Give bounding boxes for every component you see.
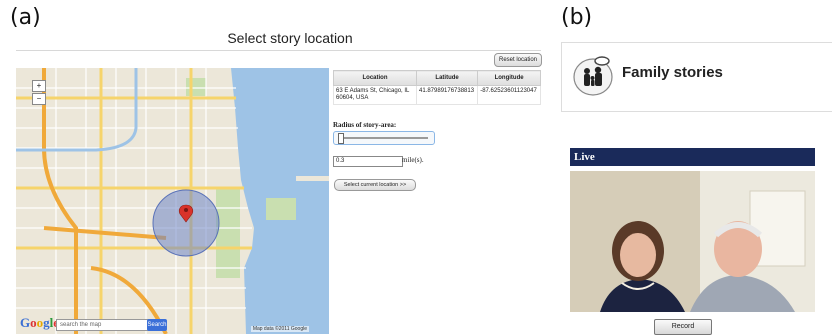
map-search-button[interactable]: Search <box>147 319 167 331</box>
panel-label-a: (a) <box>10 5 41 30</box>
cell-latitude: 41.87989176738813 <box>415 85 479 105</box>
map-view[interactable]: + − Google search the map Search Map dat… <box>16 68 329 334</box>
zoom-control[interactable]: + − <box>30 80 48 106</box>
record-button[interactable]: Record <box>654 319 712 335</box>
family-icon <box>572 55 614 97</box>
header-latitude: Latitude <box>415 70 479 86</box>
radius-label: Radius of story-area: <box>333 121 397 129</box>
page-title: Select story location <box>227 30 353 46</box>
map-data-credit: Map data ©2011 Google <box>250 326 309 332</box>
live-video <box>570 171 815 312</box>
location-table: Location Latitude Longitude 63 E Adams S… <box>333 70 541 105</box>
select-current-location-button[interactable]: Select current location >> <box>334 179 416 191</box>
family-title: Family stories <box>622 64 723 81</box>
slider-track <box>338 137 428 139</box>
map-graphic <box>16 68 329 334</box>
google-logo: Google <box>20 315 59 330</box>
table-row: 63 E Adams St, Chicago, IL 60604, USA 41… <box>333 85 541 105</box>
map-search-input[interactable]: search the map <box>56 319 149 331</box>
video-frame <box>570 171 815 312</box>
live-label: Live <box>570 148 815 166</box>
zoom-out-icon[interactable]: − <box>32 93 46 105</box>
radius-input[interactable]: 0.3 <box>333 156 403 167</box>
header-location: Location <box>333 70 417 86</box>
radius-slider[interactable] <box>333 131 435 145</box>
title-divider <box>16 50 541 51</box>
slider-handle[interactable] <box>338 133 344 144</box>
panel-label-b: (b) <box>561 5 593 30</box>
header-longitude: Longitude <box>477 70 541 86</box>
radius-unit: mile(s). <box>402 156 424 164</box>
cell-location: 63 E Adams St, Chicago, IL 60604, USA <box>333 85 417 105</box>
zoom-in-icon[interactable]: + <box>32 80 46 92</box>
cell-longitude: -87.62523601123047 <box>477 85 541 105</box>
reset-location-button[interactable]: Reset location <box>494 53 542 67</box>
